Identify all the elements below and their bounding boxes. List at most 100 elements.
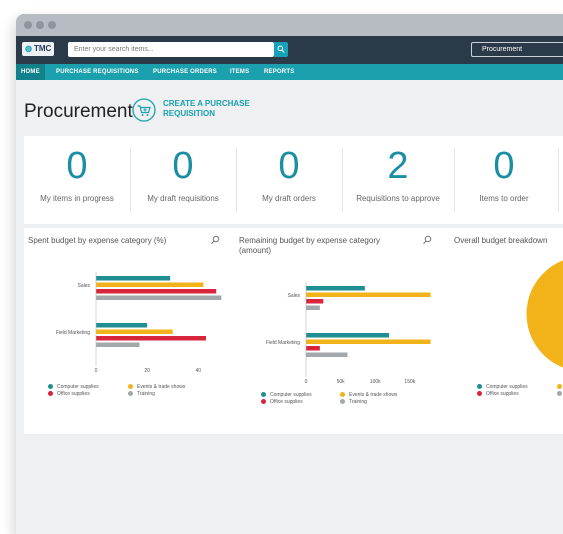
legend-item: Office supplies — [48, 391, 90, 397]
legend-swatch — [128, 384, 133, 390]
logo-mark-icon: ◍ — [25, 44, 32, 53]
tick-label: 100k — [370, 379, 381, 385]
legend-label: Office supplies — [57, 391, 90, 397]
legend-item: Training — [128, 391, 155, 397]
create-requisition-cart-icon[interactable] — [132, 98, 156, 122]
legend-label: Computer supplies — [57, 384, 99, 390]
nav-reports[interactable]: REPORTS — [264, 64, 294, 80]
stat-label: My draft orders — [262, 194, 316, 203]
create-label-line1: CREATE A PURCHASE — [163, 99, 250, 108]
legend-swatch — [48, 384, 53, 390]
stat-value: 2 — [387, 145, 409, 187]
stat-value: 0 — [278, 145, 300, 187]
stat-label: Items to order — [479, 194, 529, 203]
bar[interactable] — [306, 333, 390, 338]
bar[interactable] — [306, 292, 431, 298]
bar[interactable] — [306, 299, 324, 304]
legend-swatch — [261, 392, 266, 398]
legend-swatch — [128, 391, 133, 397]
stat-label: My draft requisitions — [147, 194, 219, 203]
nav-purchase-orders[interactable]: PURCHASE ORDERS — [153, 64, 217, 80]
category-label: Sales — [287, 293, 300, 299]
bar[interactable] — [306, 305, 320, 311]
create-requisition-link[interactable]: CREATE A PURCHASE REQUISITION — [163, 99, 273, 119]
legend-swatch — [477, 391, 482, 397]
stat-draft-requisitions[interactable]: 0 My draft requisitions — [130, 136, 236, 224]
legend-label: Office supplies — [270, 399, 303, 405]
legend-label: Computer supplies — [270, 392, 312, 398]
bar[interactable] — [96, 295, 222, 301]
bar[interactable] — [96, 342, 140, 348]
stat-value: 0 — [493, 145, 515, 187]
stat-label: My items in progress — [40, 194, 114, 203]
search-input[interactable]: Enter your search items... — [68, 42, 274, 57]
app-topbar: ◍ TMC Enter your search items... Procurem… — [16, 36, 563, 64]
bar[interactable] — [306, 286, 365, 291]
stat-value: 0 — [66, 145, 88, 187]
tick-label: 150k — [404, 379, 415, 385]
stat-value: 0 — [172, 145, 194, 187]
legend-swatch — [557, 384, 562, 390]
tick-label: 0 — [305, 379, 308, 385]
bar[interactable] — [96, 336, 206, 341]
legend-item: Computer supplies — [48, 384, 99, 390]
nav-home[interactable]: HOME — [16, 64, 45, 80]
app-logo[interactable]: ◍ TMC — [22, 42, 55, 56]
legend-label: Training — [349, 399, 367, 405]
bar[interactable] — [96, 323, 148, 328]
create-label-line2: REQUISITION — [163, 109, 216, 118]
legend-swatch — [340, 392, 345, 398]
stat-label: Requisitions to approve — [356, 194, 440, 203]
window-minimize-dot[interactable] — [36, 21, 44, 29]
legend-item: Training — [340, 399, 367, 405]
bar[interactable] — [96, 329, 173, 335]
nav-purchase-requisitions[interactable]: PURCHASE REQUISITIONS — [56, 64, 139, 80]
category-label: Field Marketing — [266, 340, 300, 346]
legend-item: Office supplies — [261, 399, 303, 405]
legend-swatch — [557, 391, 562, 397]
stat-draft-orders[interactable]: 0 My draft orders — [236, 136, 342, 224]
browser-window: ◍ TMC Enter your search items... Procurem… — [16, 14, 563, 534]
bar[interactable] — [96, 276, 171, 281]
legend-item — [557, 391, 563, 397]
window-zoom-dot[interactable] — [48, 21, 56, 29]
stat-items-to-order[interactable]: 0 Items to order — [454, 136, 554, 224]
app-selector[interactable]: Procurement — [471, 42, 563, 57]
stat-items-in-progress[interactable]: 0 My items in progress — [24, 136, 130, 224]
window-titlebar — [16, 14, 563, 36]
nav-items[interactable]: ITEMS — [230, 64, 249, 80]
pie-slice[interactable] — [525, 256, 563, 372]
bar[interactable] — [96, 289, 217, 294]
budget-breakdown-chart — [525, 256, 563, 372]
legend-label: Events & trade shows — [349, 392, 398, 398]
logo-text: TMC — [33, 44, 52, 53]
bar[interactable] — [306, 352, 348, 358]
legend-item: Events & trade shows — [128, 384, 185, 390]
bar[interactable] — [96, 282, 204, 288]
charts-panel: Spent budget by expense category (%) Sal… — [24, 228, 563, 434]
legend-label: Events & trade shows — [137, 384, 186, 390]
spent-budget-chart: Sales Field Marketing 0 20 40 — [56, 272, 222, 374]
tick-label: 0 — [95, 368, 98, 374]
legend-label: Training — [137, 391, 155, 397]
tick-label: 40 — [196, 368, 202, 374]
legend-item: Computer supplies — [261, 392, 312, 398]
legend-label: Computer supplies — [486, 384, 528, 390]
stats-panel: 0 My items in progress 0 My draft requis… — [24, 136, 563, 224]
legend-item — [557, 384, 563, 390]
legend-swatch — [261, 399, 266, 405]
stat-requisitions-to-approve[interactable]: 2 Requisitions to approve — [342, 136, 454, 224]
bar[interactable] — [306, 346, 320, 351]
main-nav: HOME PURCHASE REQUISITIONS PURCHASE ORDE… — [16, 64, 563, 80]
legend-swatch — [48, 391, 53, 397]
search-button[interactable] — [274, 42, 288, 57]
window-close-dot[interactable] — [24, 21, 32, 29]
legend-label: Office supplies — [486, 391, 519, 397]
legend-item: Office supplies — [477, 391, 519, 397]
bar[interactable] — [306, 339, 431, 345]
search-icon — [277, 45, 285, 53]
legend-item: Events & trade shows — [340, 392, 397, 398]
legend-item: Computer supplies — [477, 384, 528, 390]
tick-label: 50k — [337, 379, 346, 385]
tick-label: 20 — [144, 368, 150, 374]
